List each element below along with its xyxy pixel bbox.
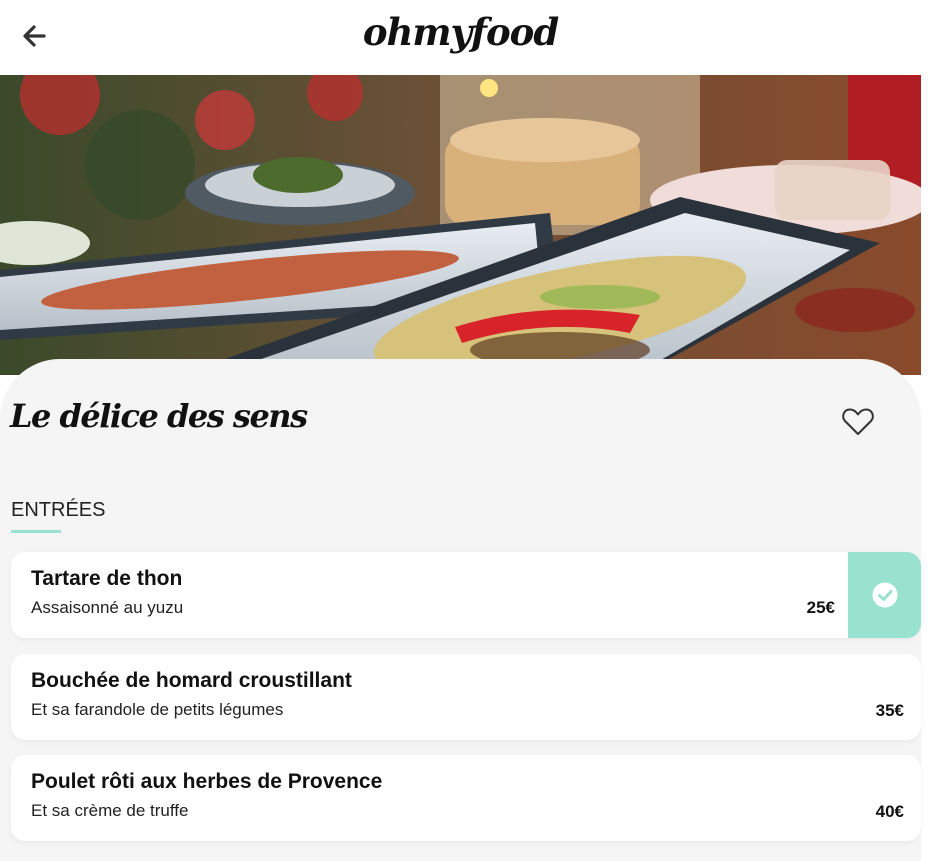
menu-item-price: 25€ xyxy=(806,598,835,617)
section-underline xyxy=(11,530,61,533)
selected-indicator xyxy=(848,552,921,638)
menu-item-name: Poulet rôti aux herbes de Provence xyxy=(31,770,383,793)
restaurant-title: Le délice des sens xyxy=(10,397,308,435)
menu-item-description: Assaisonné au yuzu xyxy=(31,598,184,617)
menu-item-price: 40€ xyxy=(875,802,904,821)
menu-item-price: 35€ xyxy=(875,701,904,720)
heart-outline-icon xyxy=(842,408,874,435)
favorite-button[interactable] xyxy=(841,406,875,438)
menu-item-name: Tartare de thon xyxy=(31,567,183,590)
header: ohmyfood xyxy=(0,0,921,75)
menu-item-poulet[interactable]: Poulet rôti aux herbes de Provence Et sa… xyxy=(11,755,921,841)
logo[interactable]: ohmyfood xyxy=(0,10,921,54)
section-title: ENTRÉES xyxy=(11,499,106,521)
menu-item-description: Et sa crème de truffe xyxy=(31,801,189,820)
menu-item-tartare[interactable]: Tartare de thon Assaisonné au yuzu 25€ xyxy=(11,552,921,638)
menu-item-description: Et sa farandole de petits légumes xyxy=(31,700,284,719)
check-circle-icon xyxy=(872,582,897,608)
hero-image xyxy=(0,75,921,375)
menu-item-homard[interactable]: Bouchée de homard croustillant Et sa far… xyxy=(11,654,921,740)
menu-item-name: Bouchée de homard croustillant xyxy=(31,669,352,692)
